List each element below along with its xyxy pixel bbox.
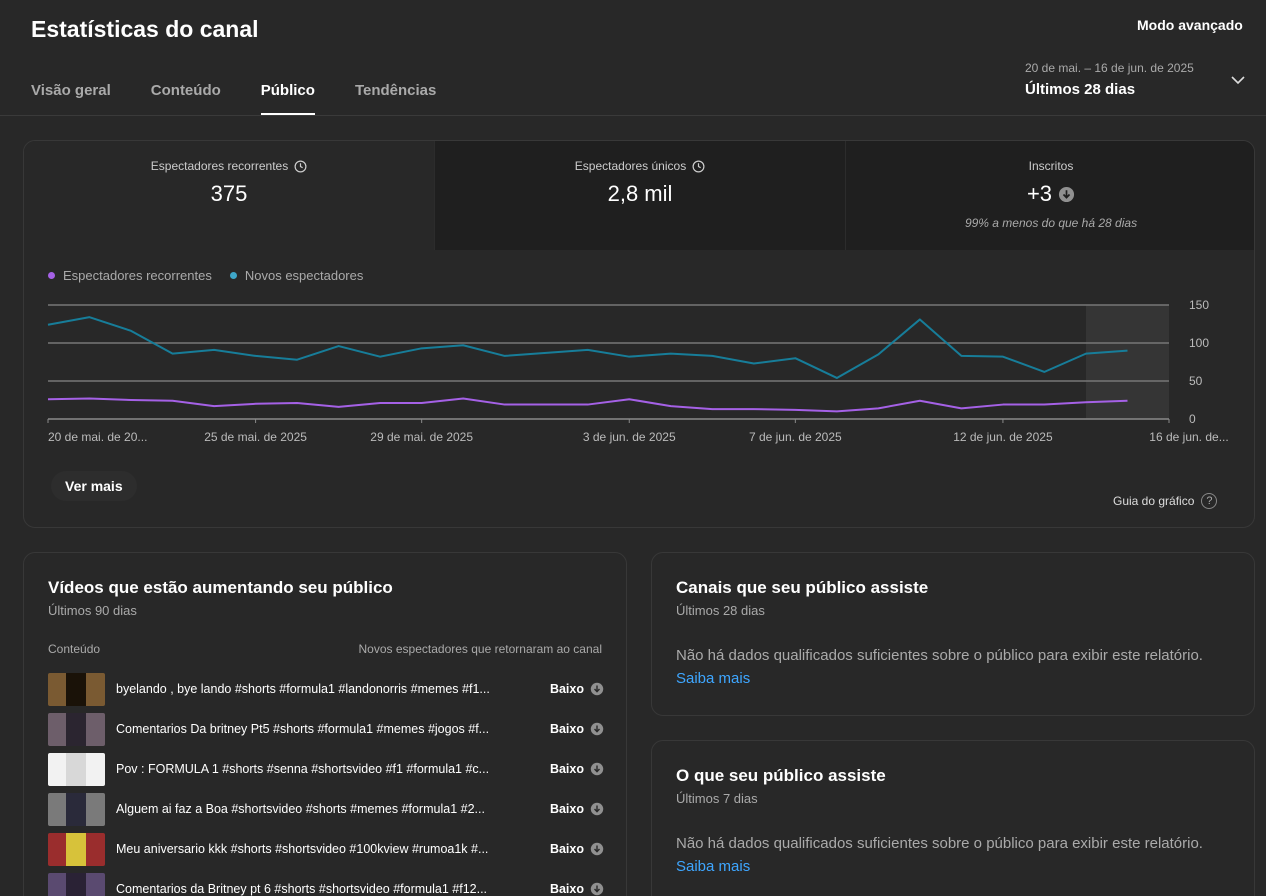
see-more-button[interactable]: Ver mais <box>51 471 137 501</box>
audience-chart-card: Espectadores recorrentes 375 Espectadore… <box>23 140 1255 528</box>
channels-audience-watches-card: Canais que seu público assiste Últimos 2… <box>651 552 1255 716</box>
x-tick-label: 20 de mai. de 20... <box>48 430 147 444</box>
page-header: Estatísticas do canal Modo avançado Visã… <box>0 0 1266 116</box>
channel-analytics-page: Estatísticas do canal Modo avançado Visã… <box>0 0 1266 896</box>
video-level: Baixo <box>550 789 604 829</box>
video-level-label: Baixo <box>549 842 584 856</box>
card-subtitle: Últimos 90 dias <box>48 603 137 618</box>
arrow-down-circle-icon <box>590 722 604 736</box>
tab-content[interactable]: Conteúdo <box>151 82 221 115</box>
chart-guide-label: Guia do gráfico <box>1113 494 1195 508</box>
chart-guide-link[interactable]: Guia do gráfico ? <box>1113 493 1218 509</box>
video-thumbnail[interactable] <box>48 712 105 746</box>
card-subtitle: Últimos 28 dias <box>676 603 765 618</box>
chevron-down-icon[interactable] <box>1230 72 1246 88</box>
tab-overview[interactable]: Visão geral <box>31 82 111 115</box>
video-thumbnail[interactable] <box>48 672 105 706</box>
arrow-down-circle-icon <box>590 842 604 856</box>
learn-more-link[interactable]: Saiba mais <box>676 858 750 875</box>
video-row[interactable]: Comentarios Da britney Pt5 #shorts #form… <box>48 709 604 749</box>
x-tick-label: 16 de jun. de... <box>1149 430 1228 444</box>
no-data-message: Não há dados qualificados suficientes so… <box>676 647 1203 664</box>
tab-audience[interactable]: Público <box>260 82 316 115</box>
video-level: Baixo <box>550 829 604 869</box>
y-tick-label: 50 <box>1189 374 1203 388</box>
video-level-label: Baixo <box>549 762 584 776</box>
x-tick-label: 7 de jun. de 2025 <box>749 430 842 444</box>
date-range-dates: 20 de mai. – 16 de jun. de 2025 <box>1025 61 1194 75</box>
video-level-label: Baixo <box>549 882 584 896</box>
video-thumbnail[interactable] <box>48 792 105 826</box>
video-row[interactable]: byelando , bye lando #shorts #formula1 #… <box>48 669 604 709</box>
video-title[interactable]: Comentarios Da britney Pt5 #shorts #form… <box>116 722 511 736</box>
column-header-metric: Novos espectadores que retornaram ao can… <box>358 642 602 656</box>
growing-audience-videos-card: Vídeos que estão aumentando seu público … <box>23 552 627 896</box>
page-title: Estatísticas do canal <box>31 16 259 42</box>
video-title[interactable]: byelando , bye lando #shorts #formula1 #… <box>116 682 511 696</box>
date-range-selector[interactable]: 20 de mai. – 16 de jun. de 2025 Últimos … <box>1025 61 1194 98</box>
arrow-down-circle-icon <box>590 882 604 896</box>
video-title[interactable]: Alguem ai faz a Boa #shortsvideo #shorts… <box>116 802 511 816</box>
y-tick-label: 0 <box>1189 412 1196 426</box>
date-range-label: Últimos 28 dias <box>1025 81 1136 98</box>
video-thumbnail-figure <box>66 712 86 746</box>
video-level: Baixo <box>550 869 604 896</box>
card-title: O que seu público assiste <box>676 766 886 785</box>
y-tick-label: 150 <box>1189 298 1209 312</box>
video-thumbnail[interactable] <box>48 872 105 896</box>
column-header-content: Conteúdo <box>48 642 101 656</box>
arrow-down-circle-icon <box>590 802 604 816</box>
video-thumbnail-figure <box>66 752 86 786</box>
series-line-new-viewers <box>47 316 1128 379</box>
video-row[interactable]: Pov : FORMULA 1 #shorts #senna #shortsvi… <box>48 749 604 789</box>
card-title: Vídeos que estão aumentando seu público <box>48 578 393 597</box>
video-level: Baixo <box>550 669 604 709</box>
video-thumbnail-figure <box>66 832 86 866</box>
video-thumbnail[interactable] <box>48 832 105 866</box>
arrow-down-circle-icon <box>590 682 604 696</box>
audience-line-chart: 0 50 100 150 20 de mai. de 20... 25 de mai. d… <box>47 298 1229 444</box>
x-tick-label: 29 de mai. de 2025 <box>370 430 473 444</box>
video-row[interactable]: Alguem ai faz a Boa #shortsvideo #shorts… <box>48 789 604 829</box>
y-tick-label: 100 <box>1189 336 1209 350</box>
video-title[interactable]: Meu aniversario kkk #shorts #shortsvideo… <box>116 842 511 856</box>
video-level-label: Baixo <box>549 722 584 736</box>
video-thumbnail-figure <box>66 672 86 706</box>
card-title: Canais que seu público assiste <box>676 578 929 597</box>
no-data-message: Não há dados qualificados suficientes so… <box>676 835 1203 852</box>
learn-more-link[interactable]: Saiba mais <box>676 670 750 687</box>
x-tick-label: 25 de mai. de 2025 <box>204 430 307 444</box>
tab-trends[interactable]: Tendências <box>355 82 436 115</box>
video-thumbnail-figure <box>66 872 86 896</box>
x-tick-label: 12 de jun. de 2025 <box>953 430 1053 444</box>
what-audience-watches-card: O que seu público assiste Últimos 7 dias… <box>651 740 1255 896</box>
video-level: Baixo <box>550 749 604 789</box>
video-row[interactable]: Meu aniversario kkk #shorts #shortsvideo… <box>48 829 604 869</box>
video-row[interactable]: Comentarios da Britney pt 6 #shorts #sho… <box>48 869 604 896</box>
video-title[interactable]: Pov : FORMULA 1 #shorts #senna #shortsvi… <box>116 762 511 776</box>
video-thumbnail[interactable] <box>48 752 105 786</box>
advanced-mode-button[interactable]: Modo avançado <box>1125 10 1255 40</box>
video-list: byelando , bye lando #shorts #formula1 #… <box>48 669 604 896</box>
tab-bar: Visão geral Conteúdo Público Tendências <box>31 82 476 115</box>
card-subtitle: Últimos 7 dias <box>676 791 758 806</box>
x-tick-label: 3 de jun. de 2025 <box>583 430 676 444</box>
series-line-returning-viewers <box>47 397 1128 413</box>
video-level: Baixo <box>550 709 604 749</box>
video-level-label: Baixo <box>549 682 584 696</box>
video-thumbnail-figure <box>66 792 86 826</box>
video-level-label: Baixo <box>549 802 584 816</box>
question-icon: ? <box>1201 493 1218 509</box>
video-title[interactable]: Comentarios da Britney pt 6 #shorts #sho… <box>116 882 511 896</box>
arrow-down-circle-icon <box>590 762 604 776</box>
